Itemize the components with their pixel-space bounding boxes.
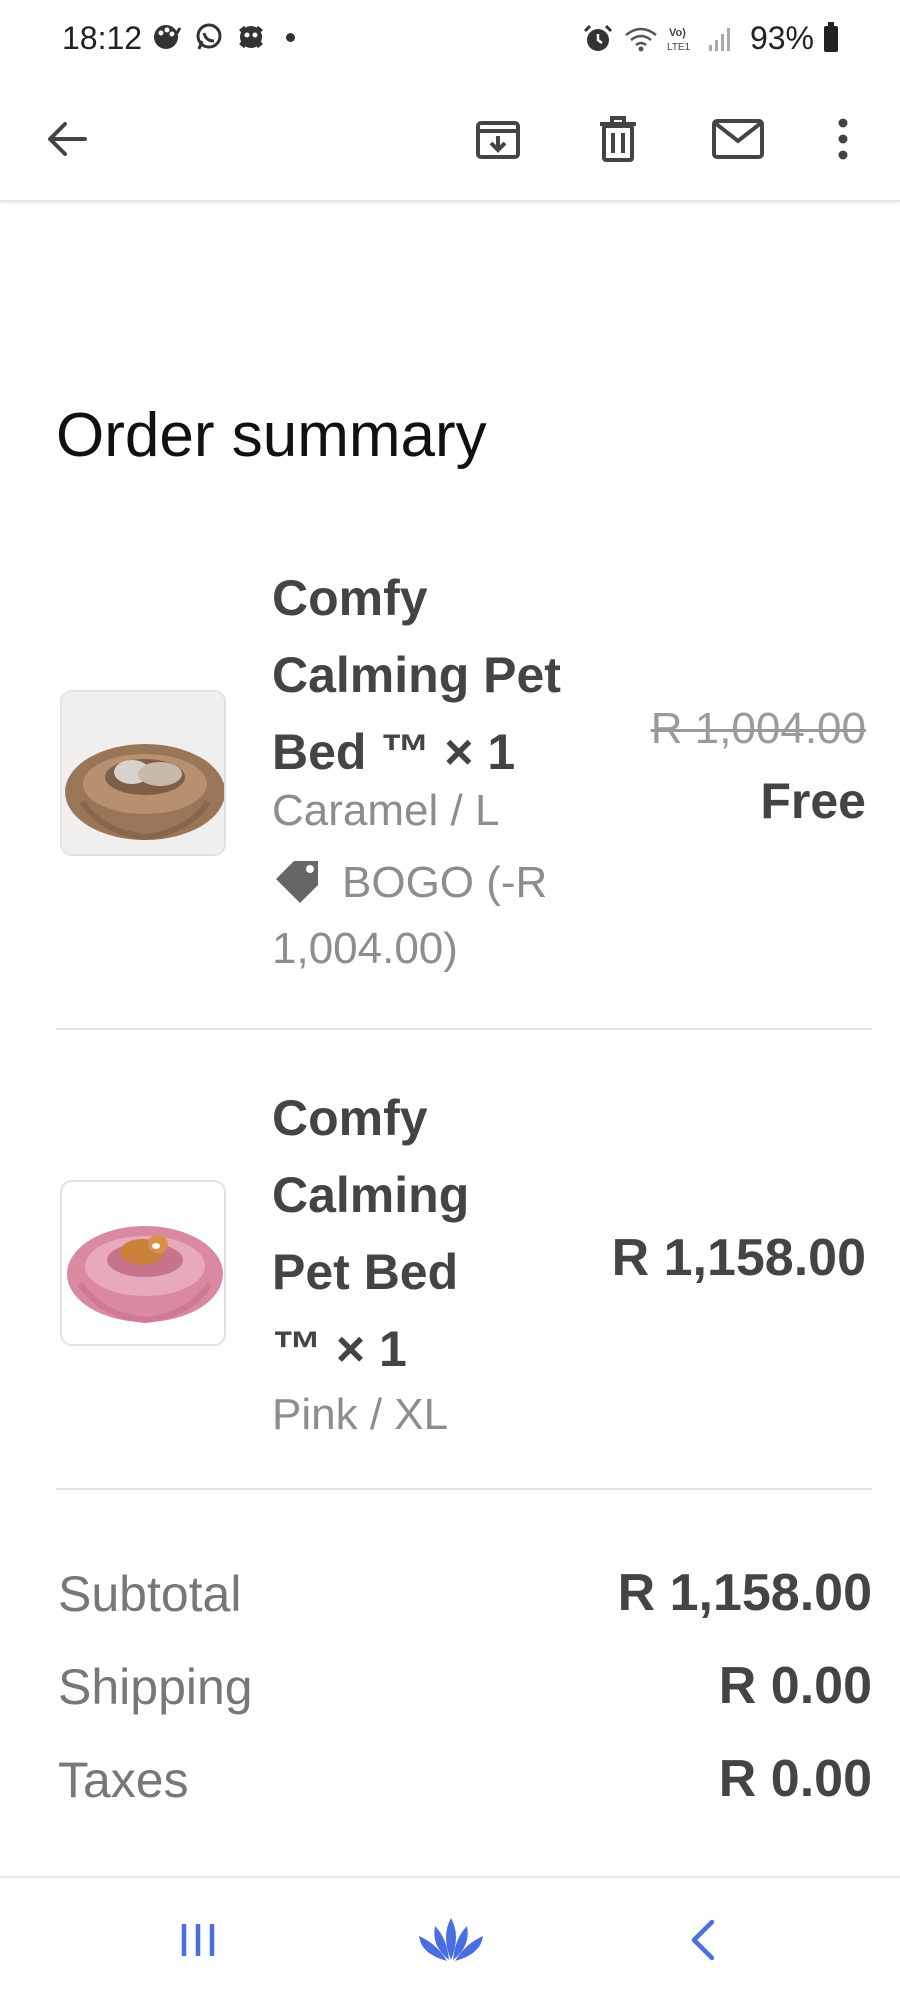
signal-icon xyxy=(708,23,740,55)
notification-icons xyxy=(152,22,295,52)
more-vert-icon xyxy=(838,118,848,160)
battery-icon xyxy=(824,21,838,52)
order-item: Comfy Calming Pet Bed ™ × 1 Pink / XL R … xyxy=(56,1080,872,1490)
app-icon xyxy=(236,22,266,52)
system-nav-bar xyxy=(0,1876,900,2000)
discount-line: BOGO (-R 1,004.00) xyxy=(272,850,592,982)
email-toolbar xyxy=(0,80,900,202)
taxes-row: Taxes R 0.00 xyxy=(56,1741,872,1834)
volte-icon: Vo) LTE1 xyxy=(666,23,698,55)
svg-text:Vo): Vo) xyxy=(669,27,686,39)
item-price: R 1,158.00 xyxy=(611,1229,866,1287)
item-price: Free xyxy=(760,773,866,829)
archive-icon xyxy=(476,121,520,159)
product-variant: Caramel / L xyxy=(272,786,500,835)
order-item: Comfy Calming Pet Bed ™ × 1 Caramel / L … xyxy=(56,560,872,1030)
tag-icon xyxy=(272,856,324,903)
palette-icon xyxy=(152,22,182,52)
product-name: Comfy Calming Pet Bed ™ × 1 xyxy=(272,570,561,780)
shipping-row: Shipping R 0.00 xyxy=(56,1648,872,1741)
system-status: Vo) LTE1 93% xyxy=(582,20,838,57)
taxes-value: R 0.00 xyxy=(718,1750,872,1808)
back-arrow-icon xyxy=(48,122,87,156)
wifi-icon xyxy=(624,23,657,55)
product-variant: Pink / XL xyxy=(272,1390,449,1439)
dot-icon xyxy=(286,32,295,42)
shipping-value: R 0.00 xyxy=(718,1657,872,1715)
original-price: R 1,004.00 xyxy=(650,704,866,753)
subtotal-row: Subtotal R 1,158.00 xyxy=(56,1555,872,1648)
home-button[interactable] xyxy=(413,1908,489,1972)
recents-button[interactable] xyxy=(163,1908,233,1972)
archive-button[interactable] xyxy=(465,106,531,172)
order-totals: Subtotal R 1,158.00 Shipping R 0.00 Taxe… xyxy=(56,1555,872,1834)
mail-icon xyxy=(712,119,764,159)
battery-percent: 93% xyxy=(749,20,814,56)
delete-button[interactable] xyxy=(585,106,651,172)
back-button[interactable] xyxy=(34,106,100,172)
mark-unread-button[interactable] xyxy=(705,106,771,172)
back-icon xyxy=(691,1919,715,1961)
taxes-label: Taxes xyxy=(58,1752,189,1808)
product-image[interactable] xyxy=(60,1180,226,1346)
more-options-button[interactable] xyxy=(810,106,876,172)
recents-icon xyxy=(181,1924,215,1956)
subtotal-label: Subtotal xyxy=(58,1566,242,1622)
status-time: 18:12 xyxy=(62,20,143,56)
status-bar: 18:12 Vo) LTE1 93% xyxy=(0,0,900,80)
whatsapp-icon xyxy=(194,22,224,52)
shipping-label: Shipping xyxy=(58,1659,253,1715)
home-lotus-icon xyxy=(419,1918,483,1961)
product-image[interactable] xyxy=(60,690,226,856)
order-summary-title: Order summary xyxy=(56,401,487,470)
alarm-icon xyxy=(582,23,614,55)
svg-text:LTE1: LTE1 xyxy=(667,42,691,53)
product-name: Comfy Calming Pet Bed ™ × 1 xyxy=(272,1090,470,1377)
nav-back-button[interactable] xyxy=(668,1908,738,1972)
delete-icon xyxy=(600,116,636,162)
subtotal-value: R 1,158.00 xyxy=(617,1564,872,1622)
